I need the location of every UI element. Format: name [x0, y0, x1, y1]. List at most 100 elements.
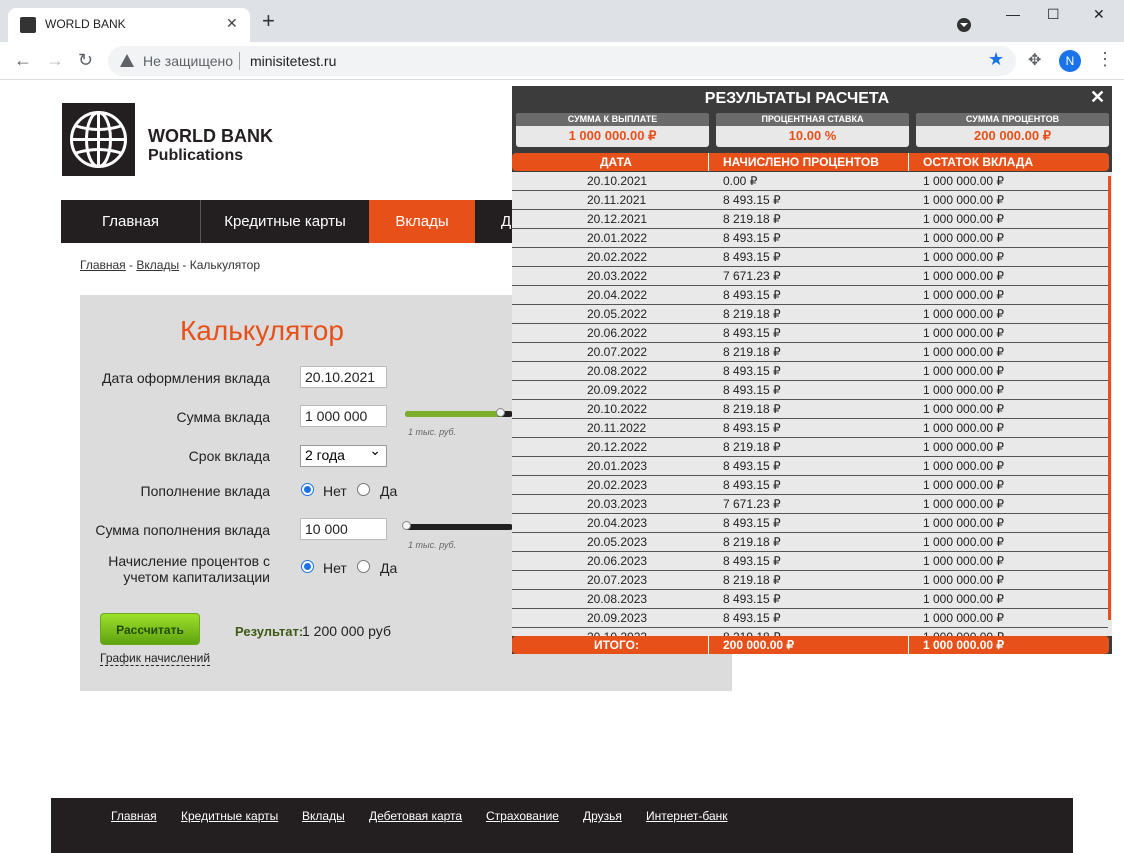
close-tab-icon[interactable]: ✕: [226, 15, 238, 32]
calculate-button[interactable]: Рассчитать: [100, 613, 200, 645]
row-balance: 1 000 000.00 ₽: [923, 383, 1005, 397]
bookmark-star-icon[interactable]: ★: [988, 49, 1004, 70]
results-popup: РЕЗУЛЬТАТЫ РАСЧЕТА ✕ СУММА К ВЫПЛАТЕ 1 0…: [512, 86, 1112, 654]
tab-search-icon[interactable]: [957, 18, 971, 32]
table-scrollbar[interactable]: [1108, 176, 1111, 620]
row-balance: 1 000 000.00 ₽: [923, 478, 1005, 492]
nav-item-credit-cards[interactable]: Кредитные карты: [201, 200, 369, 243]
footer-link-insurance[interactable]: Страхование: [486, 809, 559, 823]
summary-interest-value: 200 000.00 ₽: [974, 128, 1051, 143]
summary-payout-value: 1 000 000.00 ₽: [568, 128, 657, 143]
row-balance: 1 000 000.00 ₽: [923, 193, 1005, 207]
row-date: 20.04.2023: [587, 516, 648, 530]
footer-link-internet-bank[interactable]: Интернет-банк: [646, 809, 728, 823]
topup-no-label[interactable]: Нет: [323, 483, 347, 499]
accrual-chart-link[interactable]: График начислений: [100, 651, 211, 666]
capitalization-yes-radio[interactable]: [357, 560, 370, 573]
profile-avatar[interactable]: N: [1059, 50, 1081, 72]
breadcrumb-home[interactable]: Главная: [80, 258, 126, 272]
footer-link-credit-cards[interactable]: Кредитные карты: [181, 809, 278, 823]
not-secure-warning-icon[interactable]: [120, 54, 134, 67]
logo-subtitle: Publications: [148, 147, 244, 164]
schedule-table-body[interactable]: 20.10.2021 0.00 ₽1 000 000.00 ₽20.11.2021…: [512, 172, 1112, 636]
column-interest: НАЧИСЛЕНО ПРОЦЕНТОВ: [723, 155, 879, 169]
security-status[interactable]: Не защищено: [143, 53, 233, 69]
topup-amount-slider[interactable]: [402, 521, 513, 530]
row-balance: 1 000 000.00 ₽: [923, 440, 1005, 454]
row-date: 20.12.2022: [587, 440, 648, 454]
worldbank-logo[interactable]: [62, 103, 135, 176]
row-interest: 8 219.18 ₽: [723, 535, 781, 549]
row-interest: 8 493.15 ₽: [723, 611, 781, 625]
row-balance: 1 000 000.00 ₽: [923, 174, 1005, 188]
row-interest: 8 219.18 ₽: [723, 307, 781, 321]
row-interest: 8 493.15 ₽: [723, 383, 781, 397]
maximize-icon[interactable]: ☐: [1047, 6, 1060, 23]
back-icon[interactable]: ←: [14, 50, 32, 71]
row-date: 20.07.2022: [587, 345, 648, 359]
row-date: 20.11.2022: [587, 421, 647, 435]
footer-link-home[interactable]: Главная: [111, 809, 157, 823]
breadcrumb-separator: -: [129, 258, 134, 272]
browser-menu-icon[interactable]: ⋮: [1096, 49, 1114, 70]
topup-amount-input[interactable]: 10 000: [300, 518, 387, 540]
amount-slider[interactable]: [405, 408, 513, 417]
nav-item-deposits[interactable]: Вклады: [369, 200, 475, 243]
summary-payout-label: СУММА К ВЫПЛАТЕ: [516, 113, 709, 126]
extensions-puzzle-icon[interactable]: ✥: [1028, 50, 1041, 70]
summary-interest: СУММА ПРОЦЕНТОВ 200 000.00 ₽: [916, 113, 1109, 147]
row-date: 20.11.2021: [587, 193, 647, 207]
calculator-title: Калькулятор: [180, 315, 344, 346]
total-label: ИТОГО:: [594, 638, 639, 652]
table-row: 20.08.2022 8 493.15 ₽ 1 000 000.00 ₽: [512, 362, 1108, 381]
browser-tab[interactable]: WORLD BANK ✕: [8, 8, 250, 42]
amount-slider-handle[interactable]: [496, 408, 505, 417]
row-interest: 8 493.15 ₽: [723, 288, 781, 302]
row-date: 20.06.2023: [587, 554, 648, 568]
row-balance: 1 000 000.00 ₽: [923, 231, 1005, 245]
term-label: Срок вклада: [188, 448, 270, 464]
column-divider: [708, 636, 709, 654]
table-row: 20.06.2022 8 493.15 ₽ 1 000 000.00 ₽: [512, 324, 1108, 343]
address-bar[interactable]: Не защищено minisitetest.ru ★: [108, 46, 1016, 76]
topup-yes-label[interactable]: Да: [380, 483, 397, 499]
date-input[interactable]: 20.10.2021: [300, 366, 387, 388]
row-date: 20.09.2023: [587, 611, 648, 625]
table-row: 20.07.2022 8 219.18 ₽ 1 000 000.00 ₽: [512, 343, 1108, 362]
topup-no-radio[interactable]: [301, 483, 314, 496]
result-label: Результат:: [235, 624, 304, 639]
table-row: 20.11.2022 8 493.15 ₽ 1 000 000.00 ₽: [512, 419, 1108, 438]
close-window-icon[interactable]: ✕: [1093, 6, 1105, 23]
omnibox-divider: [239, 52, 240, 70]
minimize-icon[interactable]: —: [1006, 6, 1020, 22]
row-date: 20.05.2022: [587, 307, 648, 321]
topup-amount-label: Сумма пополнения вклада: [95, 522, 270, 538]
row-balance: 1 000 000.00 ₽: [923, 592, 1005, 606]
breadcrumb-deposits[interactable]: Вклады: [136, 258, 179, 272]
table-footer: ИТОГО: 200 000.00 ₽ 1 000 000.00 ₽: [512, 636, 1109, 654]
row-balance: 1 000 000.00 ₽: [923, 611, 1005, 625]
capitalization-yes-label[interactable]: Да: [380, 560, 397, 576]
nav-item-home[interactable]: Главная: [61, 200, 200, 243]
amount-input[interactable]: 1 000 000: [300, 405, 387, 427]
topup-yes-radio[interactable]: [357, 483, 370, 496]
url-text[interactable]: minisitetest.ru: [250, 53, 336, 69]
footer-link-debit-card[interactable]: Дебетовая карта: [369, 809, 462, 823]
reload-icon[interactable]: ↻: [78, 50, 93, 71]
forward-icon[interactable]: →: [46, 50, 64, 71]
capitalization-no-radio[interactable]: [301, 560, 314, 573]
summary-interest-label: СУММА ПРОЦЕНТОВ: [916, 113, 1109, 126]
close-icon[interactable]: ✕: [1090, 87, 1105, 108]
term-select[interactable]: 2 года: [300, 442, 387, 467]
topup-slider-handle[interactable]: [402, 521, 411, 530]
row-balance: 1 000 000.00 ₽: [923, 573, 1005, 587]
footer-link-friends[interactable]: Друзья: [583, 809, 622, 823]
table-row: 20.05.2023 8 219.18 ₽ 1 000 000.00 ₽: [512, 533, 1108, 552]
summary-rate-value: 10.00 %: [788, 128, 837, 143]
footer-link-deposits[interactable]: Вклады: [302, 809, 345, 823]
capitalization-no-label[interactable]: Нет: [323, 560, 347, 576]
new-tab-icon[interactable]: +: [262, 10, 275, 32]
row-interest: 8 493.15 ₽: [723, 231, 781, 245]
row-balance: 1 000 000.00 ₽: [923, 212, 1005, 226]
row-interest: 8 493.15 ₽: [723, 250, 781, 264]
